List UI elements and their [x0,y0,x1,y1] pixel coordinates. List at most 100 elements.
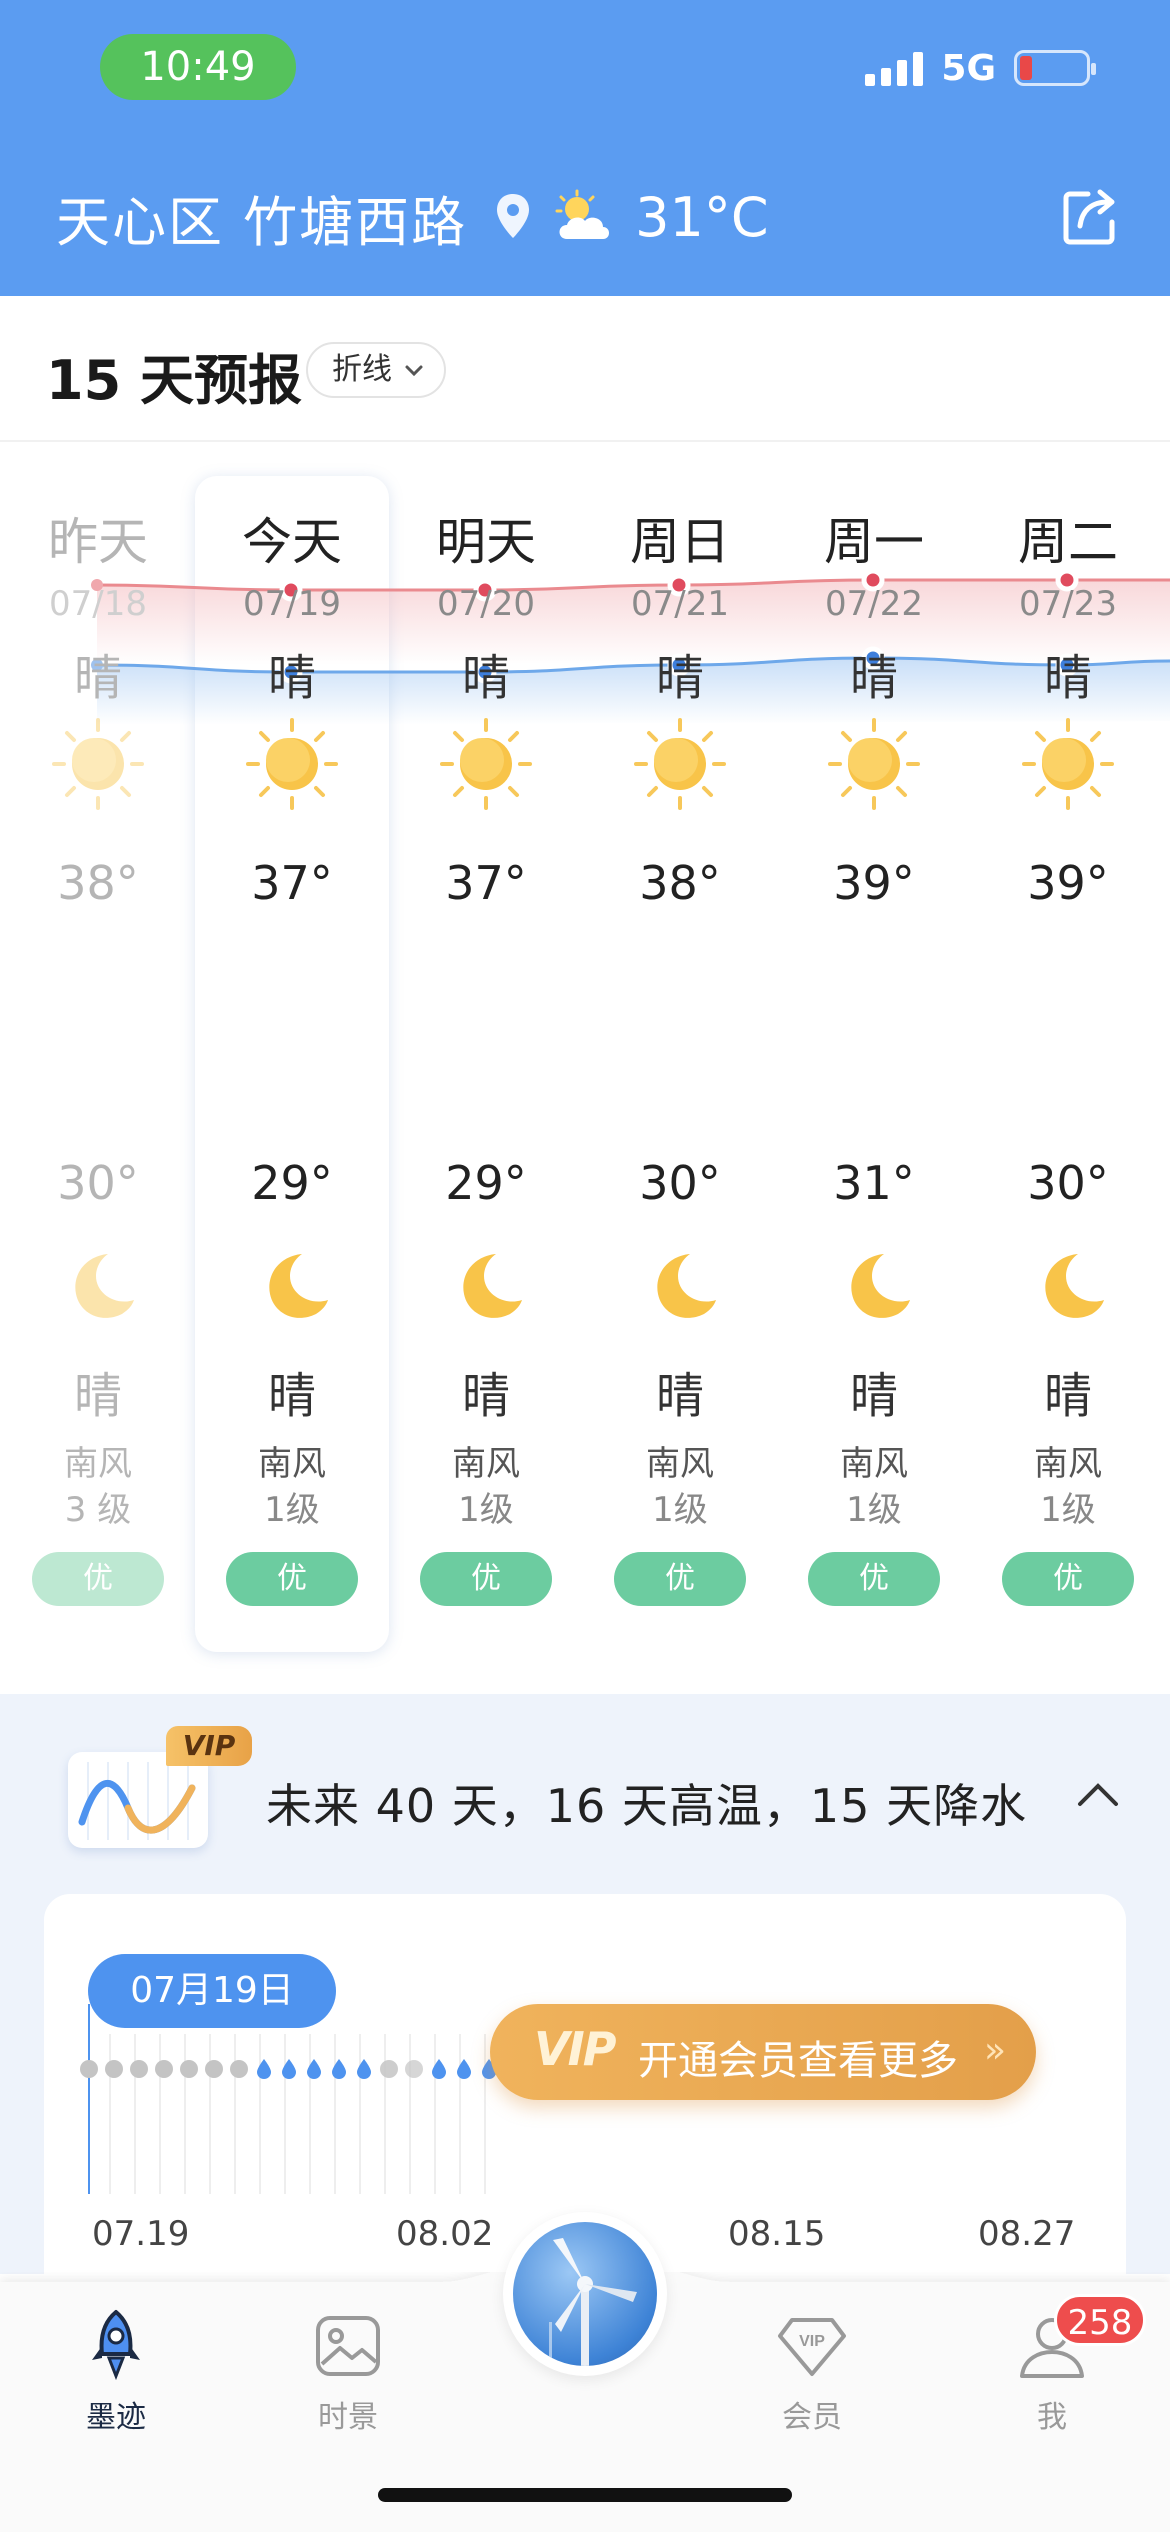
rain-drop-icon [255,2058,273,2080]
moon-icon [58,1248,138,1328]
moon-icon [640,1248,720,1328]
day-name: 周日 [630,513,730,571]
aqi-badge: 优 [32,1552,164,1606]
moon-icon [252,1248,332,1328]
forecast-header: 15 天预报 折线 [0,296,1170,442]
high-temp: 38° [639,856,721,910]
high-temp: 37° [445,856,527,910]
day-weather: 晴 [655,650,704,706]
wind-level: 1级 [652,1490,708,1530]
wind-level: 3 级 [64,1490,132,1530]
dry-day-dot [130,2060,148,2078]
day-name: 今天 [242,513,342,571]
dry-day-dot [205,2060,223,2078]
moon-icon [1028,1248,1108,1328]
moon-icon [446,1248,526,1328]
share-icon[interactable] [1058,184,1124,250]
long-range-forecast[interactable]: VIP 未来 40 天，16 天高温，15 天降水 07月19日 VIP 开通会… [0,1694,1170,2274]
nav-label-me: 我 [1037,2400,1067,2435]
night-weather: 晴 [1043,1368,1092,1424]
nav-item-moji[interactable]: 墨迹 [36,2306,196,2436]
day-column[interactable]: 周一 07/22 晴 39° 31° 晴 南风 1级 优 [776,442,972,1642]
dry-day-dot [105,2060,123,2078]
wind-direction: 南风 [1034,1444,1102,1484]
rain-drop-icon [430,2058,448,2080]
wind-direction: 南风 [64,1444,132,1484]
day-name: 昨天 [48,513,148,571]
day-column[interactable]: 周二 07/23 晴 39° 30° 晴 南风 1级 优 [970,442,1166,1642]
wind-level: 1级 [846,1490,902,1530]
aqi-badge: 优 [614,1552,746,1606]
svg-text:VIP: VIP [799,2333,825,2350]
day-column[interactable]: 周日 07/21 晴 38° 30° 晴 南风 1级 优 [582,442,778,1642]
double-chevron-icon: » [983,2030,1006,2071]
low-temp: 29° [251,1156,333,1210]
dry-day-dot [380,2060,398,2078]
wind-direction: 南风 [452,1444,520,1484]
low-temp: 30° [57,1156,139,1210]
selected-date-pill[interactable]: 07月19日 [88,1954,336,2028]
day-date: 07/23 [1019,584,1117,624]
day-name: 周二 [1018,513,1118,571]
day-column[interactable]: 明天 07/20 晴 37° 29° 晴 南风 1级 优 [388,442,584,1642]
sun-icon [632,716,728,812]
day-weather: 晴 [267,650,316,706]
status-time: 10:49 [100,34,296,100]
nav-label-scenery: 时景 [318,2400,378,2435]
long-range-summary: 未来 40 天，16 天高温，15 天降水 [266,1779,1028,1833]
wind-level: 1级 [1040,1490,1096,1530]
day-date: 07/20 [437,584,535,624]
app-header: 10:49 5G 天心区 竹塘西路 31°C [0,0,1170,296]
high-temp: 38° [57,856,139,910]
x-label-3: 08.15 [728,2214,826,2254]
trend-chart-icon [68,1752,208,1848]
sun-icon [826,716,922,812]
sun-icon [244,716,340,812]
location-pin-icon [497,194,530,238]
daily-forecast[interactable]: 昨天 07/18 晴 38° 30° 晴 南风 3 级 优 今天 07/19 晴… [0,442,1170,1692]
day-date: 07/21 [631,584,729,624]
rain-drop-icon [455,2058,473,2080]
day-column[interactable]: 昨天 07/18 晴 38° 30° 晴 南风 3 级 优 [0,442,196,1642]
center-feature-button[interactable] [503,2212,667,2376]
aqi-badge: 优 [808,1552,940,1606]
battery-icon [1014,50,1096,86]
home-indicator[interactable] [378,2488,792,2502]
vip-tag: VIP [166,1726,252,1766]
dry-day-dot [405,2060,423,2078]
signal-icon [865,50,924,86]
precipitation-dots [80,2054,498,2084]
low-temp: 30° [1027,1156,1109,1210]
notification-badge: 258 [1054,2294,1146,2346]
chevron-up-icon[interactable] [1076,1780,1120,1808]
rain-drop-icon [305,2058,323,2080]
nav-item-scenery[interactable]: 时景 [268,2306,428,2436]
location-bar[interactable]: 天心区 竹塘西路 31°C [56,180,769,254]
night-weather: 晴 [267,1368,316,1424]
vip-logo: VIP [534,2022,616,2076]
vip-upgrade-button[interactable]: VIP 开通会员查看更多 » [490,2004,1036,2100]
wind-direction: 南风 [646,1444,714,1484]
high-temp: 37° [251,856,333,910]
sun-icon [438,716,534,812]
rain-drop-icon [355,2058,373,2080]
dry-day-dot [80,2060,98,2078]
forecast-title: 15 天预报 [46,349,302,412]
day-weather: 晴 [461,650,510,706]
day-name: 周一 [824,513,924,571]
high-temp: 39° [833,856,915,910]
day-column[interactable]: 今天 07/19 晴 37° 29° 晴 南风 1级 优 [194,442,390,1642]
view-mode-label: 折线 [332,352,392,387]
date-marker-line [88,2004,90,2194]
night-weather: 晴 [461,1368,510,1424]
night-weather: 晴 [73,1368,122,1424]
status-bar-right: 5G [865,46,1096,90]
nav-label-moji: 墨迹 [86,2400,146,2435]
view-mode-dropdown[interactable]: 折线 [306,342,446,398]
rain-drop-icon [330,2058,348,2080]
day-weather: 晴 [73,650,122,706]
night-weather: 晴 [655,1368,704,1424]
location-name[interactable]: 天心区 竹塘西路 [56,178,467,257]
wind-direction: 南风 [840,1444,908,1484]
nav-item-vip[interactable]: VIP 会员 [732,2306,892,2436]
